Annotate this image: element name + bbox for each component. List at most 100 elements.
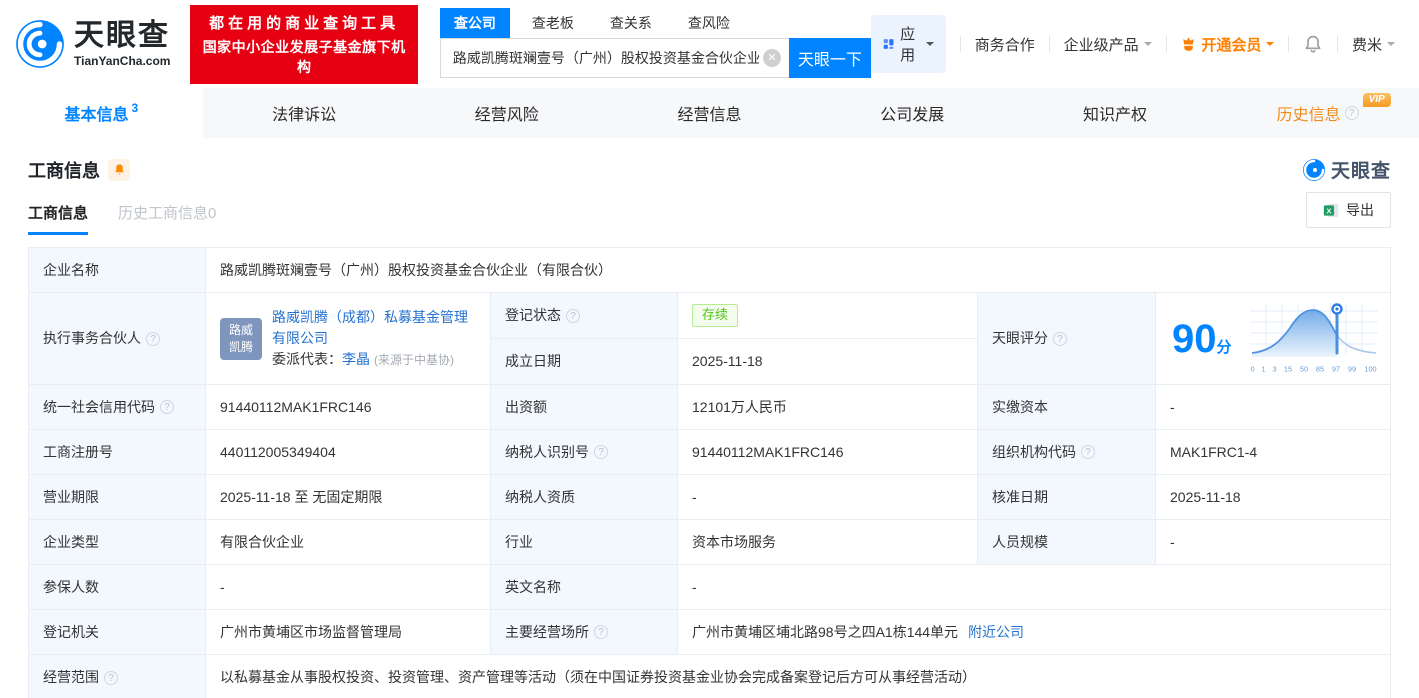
- field-label-text: 组织机构代码: [992, 443, 1076, 460]
- header-nav: 应用 商务合作 企业级产品 开通会员 费米: [870, 15, 1395, 73]
- help-icon[interactable]: ?: [1081, 445, 1095, 459]
- search-input[interactable]: [439, 38, 789, 78]
- field-label-text: 经营范围: [43, 669, 99, 686]
- field-label-business-term: 营业期限: [29, 475, 206, 520]
- search-submit-button[interactable]: 天眼一下: [788, 38, 871, 78]
- field-value-registration-number: 440112005349404: [206, 430, 491, 475]
- search-tab-relation[interactable]: 查关系: [596, 8, 666, 38]
- status-subtable: 登记状态? 存续 成立日期 2025-11-18: [491, 293, 978, 385]
- field-label-registration-number: 工商注册号: [29, 430, 206, 475]
- user-menu[interactable]: 费米: [1352, 34, 1395, 55]
- export-button-label: 导出: [1346, 202, 1374, 218]
- partner-avatar[interactable]: 路威 凯腾: [220, 317, 262, 360]
- field-value-taxpayer-qualification: -: [678, 475, 978, 520]
- tab-intellectual-property[interactable]: 知识产权: [1014, 88, 1217, 138]
- tab-basic-info[interactable]: 基本信息 3: [0, 88, 203, 138]
- notification-bell-icon[interactable]: [1303, 34, 1323, 54]
- nav-enterprise[interactable]: 企业级产品: [1064, 34, 1152, 55]
- tab-legal[interactable]: 法律诉讼: [203, 88, 406, 138]
- help-icon[interactable]: ?: [594, 625, 608, 639]
- field-label-uscc: 统一社会信用代码?: [29, 385, 206, 430]
- help-icon[interactable]: ?: [160, 400, 174, 414]
- field-value-taxpayer-id: 91440112MAK1FRC146: [678, 430, 978, 475]
- tab-company-development[interactable]: 公司发展: [811, 88, 1014, 138]
- score-distribution-chart: 01 3 15 50 85 97 99 100: [1250, 301, 1380, 376]
- search-tabs: 查公司 查老板 查关系 查风险: [439, 8, 871, 38]
- help-icon[interactable]: ?: [1344, 106, 1359, 120]
- field-value-business-scope: 以私募基金从事股权投资、投资管理、资产管理等活动（须在中国证券投资基金业协会完成…: [220, 669, 976, 686]
- help-icon[interactable]: ?: [146, 331, 160, 346]
- field-value-approval-date: 2025-11-18: [1156, 475, 1390, 520]
- help-icon[interactable]: ?: [594, 445, 608, 459]
- field-label-org-code: 组织机构代码?: [978, 430, 1156, 475]
- monitor-bell-icon[interactable]: [108, 158, 130, 181]
- field-label-company-type: 企业类型: [29, 520, 206, 565]
- tab-business-info[interactable]: 经营信息: [608, 88, 811, 138]
- search-tab-boss[interactable]: 查老板: [518, 8, 588, 38]
- nearby-companies-link[interactable]: 附近公司: [968, 622, 1024, 642]
- apps-grid-icon: [883, 39, 894, 49]
- partner-company-link[interactable]: 路威凯腾（成都）私募基金管理有限公司: [272, 307, 480, 349]
- field-value-company-name: 路威凯腾斑斓壹号（广州）股权投资基金合伙企业（有限合伙）: [206, 248, 1390, 293]
- apps-menu[interactable]: 应用: [870, 15, 947, 73]
- subtab-history-business-info[interactable]: 历史工商信息0: [118, 202, 216, 235]
- tianyancha-logo-icon: [16, 20, 64, 68]
- tab-operating-risk-label: 经营风险: [474, 107, 539, 124]
- field-value-capital: 12101万人民币: [678, 385, 978, 430]
- field-value-uscc: 91440112MAK1FRC146: [206, 385, 491, 430]
- subtab-bar: 工商信息 历史工商信息0 X 导出: [0, 192, 1419, 237]
- avatar-text: 路威: [228, 323, 253, 338]
- tianyancha-logo[interactable]: 天眼查 TianYanCha.com: [14, 18, 170, 70]
- score-unit: 分: [1216, 338, 1232, 356]
- field-value-english-name: -: [678, 565, 1390, 610]
- field-label-company-name: 企业名称: [29, 248, 206, 293]
- score-number: 90: [1172, 316, 1217, 361]
- tab-basic-info-label: 基本信息: [64, 107, 129, 124]
- delegate-label: 委派代表：: [272, 351, 342, 368]
- nav-cooperation[interactable]: 商务合作: [975, 34, 1035, 55]
- company-tab-bar: 基本信息 3 法律诉讼 经营风险 经营信息 公司发展 知识产权 VIP 历史信息…: [0, 88, 1419, 138]
- help-icon[interactable]: ?: [1053, 331, 1067, 346]
- delegate-name-link[interactable]: 李晶: [342, 351, 370, 367]
- nav-open-vip[interactable]: 开通会员: [1180, 34, 1275, 55]
- help-icon[interactable]: ?: [104, 670, 118, 685]
- field-value-industry: 资本市场服务: [678, 520, 978, 565]
- premises-address: 广州市黄埔区埔北路98号之四A1栋144单元: [692, 623, 959, 640]
- field-label-registration-status: 登记状态?: [491, 293, 678, 339]
- export-button[interactable]: X 导出: [1306, 192, 1391, 228]
- subtab-business-info[interactable]: 工商信息: [28, 202, 89, 235]
- username: 费米: [1351, 36, 1382, 54]
- field-label-text: 纳税人识别号: [505, 443, 589, 460]
- field-label-taxpayer-qualification: 纳税人资质: [491, 475, 678, 520]
- field-value-registration-status: 存续: [678, 293, 977, 339]
- field-label-staff-size: 人员规模: [978, 520, 1156, 565]
- field-value-registration-authority: 广州市黄埔区市场监督管理局: [206, 610, 491, 655]
- tab-intellectual-property-label: 知识产权: [1082, 107, 1147, 124]
- avatar-text: 凯腾: [228, 339, 253, 354]
- search-tab-company[interactable]: 查公司: [439, 8, 510, 38]
- tab-business-info-label: 经营信息: [677, 107, 742, 124]
- field-label-industry: 行业: [491, 520, 678, 565]
- help-icon[interactable]: ?: [566, 308, 580, 323]
- tab-history-info-label: 历史信息: [1276, 107, 1341, 124]
- tab-operating-risk[interactable]: 经营风险: [405, 88, 608, 138]
- field-label-approval-date: 核准日期: [978, 475, 1156, 520]
- chevron-down-icon: [1266, 42, 1275, 50]
- tab-history-info[interactable]: VIP 历史信息 ?: [1216, 88, 1419, 138]
- clear-search-icon[interactable]: ✕: [762, 49, 781, 67]
- field-label-business-scope: 经营范围?: [29, 655, 206, 698]
- search-tab-risk[interactable]: 查风险: [674, 8, 744, 38]
- field-value-tianyan-score[interactable]: 90分 0 1 3 15 50 85 97 99 100: [1156, 293, 1390, 385]
- search-area: 查公司 查老板 查关系 查风险 ✕ 天眼一下: [439, 8, 871, 78]
- field-label-established-date: 成立日期: [491, 339, 678, 384]
- field-value-org-code: MAK1FRC1-4: [1156, 430, 1390, 475]
- score-chart-ticks: 01 3 15 50 85 97 99 100: [1250, 365, 1377, 374]
- field-label-english-name: 英文名称: [491, 565, 678, 610]
- field-label-text: 主要经营场所: [505, 623, 589, 640]
- svg-text:X: X: [1326, 206, 1332, 215]
- divider: [1165, 36, 1167, 52]
- field-value-business-term: 2025-11-18 至 无固定期限: [206, 475, 491, 520]
- slogan-line2: 国家中小企业发展子基金旗下机构: [202, 38, 406, 75]
- brand-name: 天眼查: [74, 19, 170, 52]
- field-label-executive-partner: 执行事务合伙人?: [29, 293, 206, 385]
